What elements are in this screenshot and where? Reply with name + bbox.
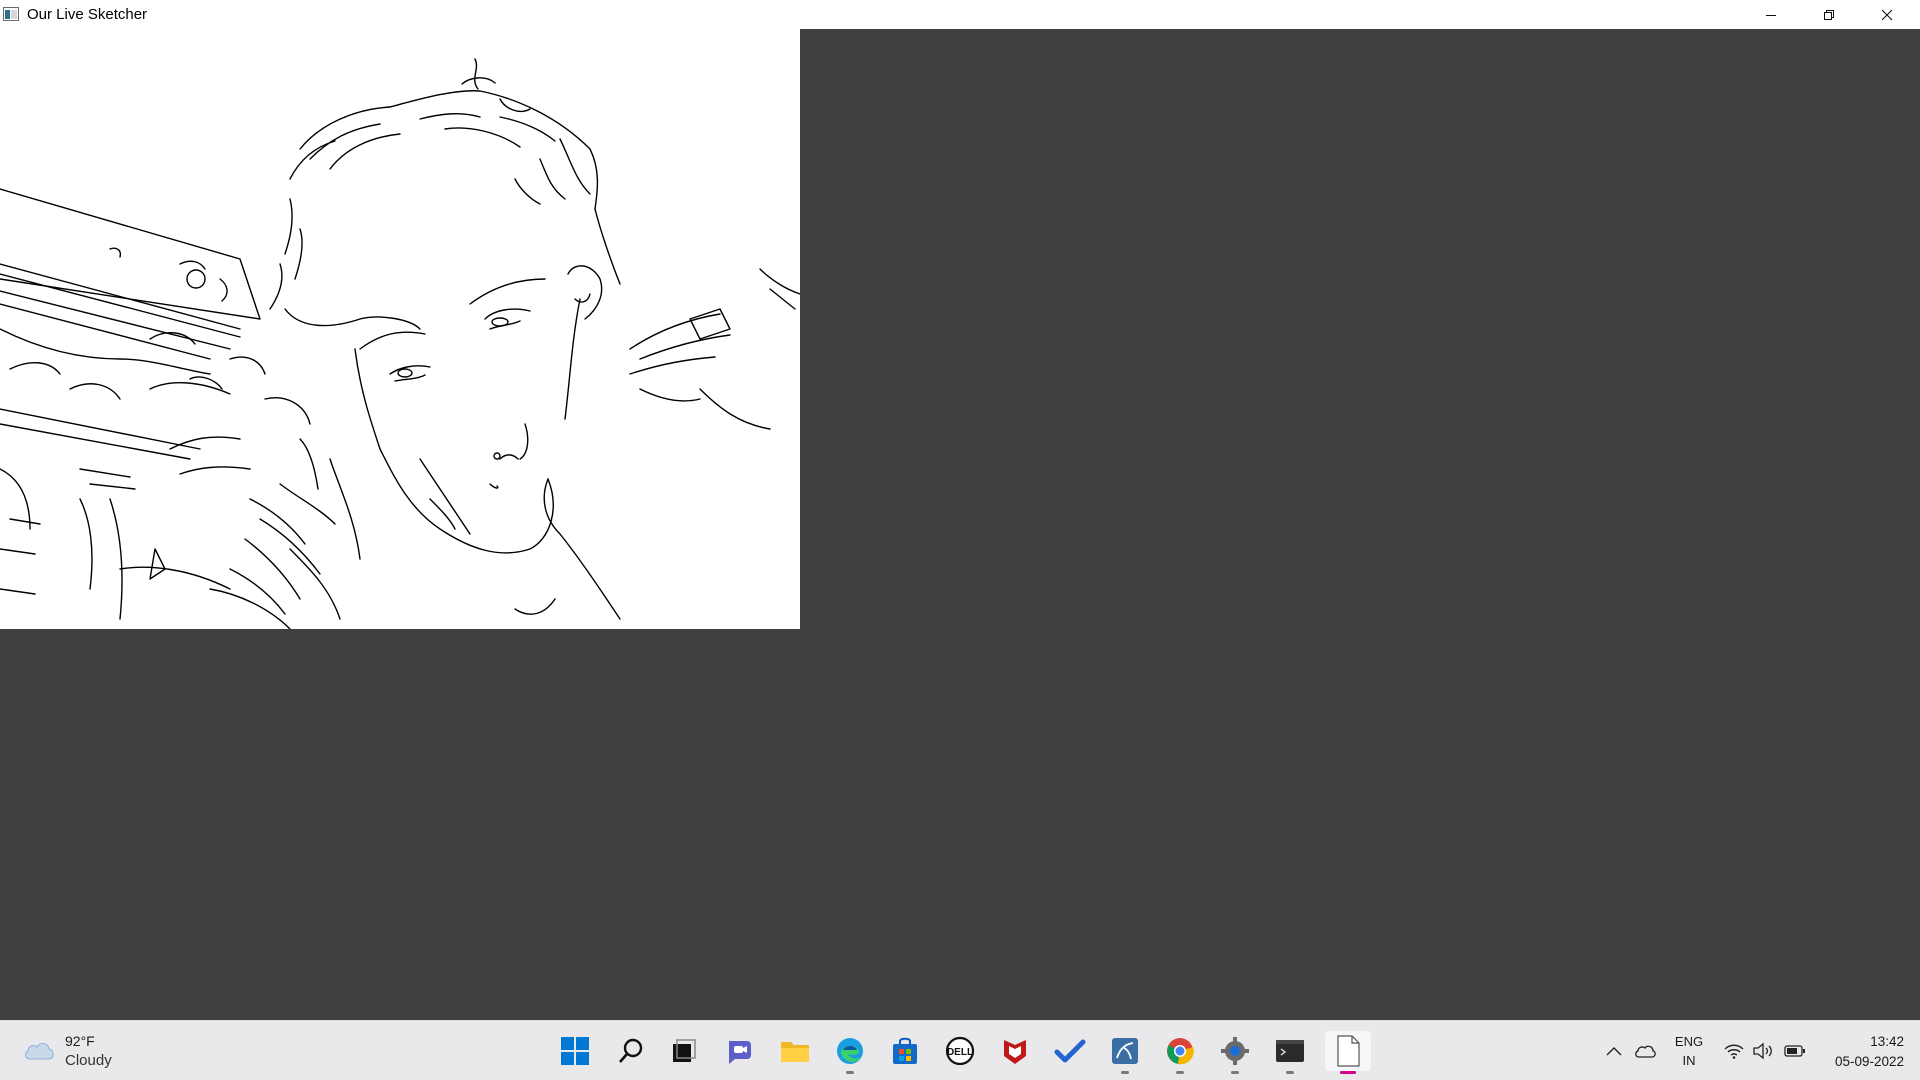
mysql-button[interactable] — [1105, 1031, 1145, 1074]
gear-icon — [1221, 1037, 1249, 1065]
clock[interactable]: 13:42 05-09-2022 — [1814, 1032, 1904, 1072]
edge-sketch-image — [0, 29, 801, 630]
close-button[interactable] — [1858, 0, 1916, 29]
restore-icon — [1824, 9, 1834, 20]
clock-date: 05-09-2022 — [1834, 1054, 1904, 1069]
chat-button[interactable] — [720, 1031, 760, 1071]
speaker-icon — [1753, 1042, 1772, 1060]
windows-logo-icon — [561, 1037, 589, 1065]
dell-button[interactable]: DELL — [940, 1031, 980, 1071]
task-view-icon — [673, 1039, 696, 1062]
svg-text:DELL: DELL — [947, 1047, 973, 1058]
checkmark-icon — [1054, 1039, 1086, 1063]
dell-icon: DELL — [945, 1036, 975, 1066]
sketch-window-button[interactable] — [1325, 1031, 1371, 1074]
edge-icon — [837, 1038, 863, 1064]
mcafee-button[interactable] — [995, 1031, 1035, 1071]
network-button[interactable] — [1723, 1041, 1745, 1061]
restore-button[interactable] — [1800, 0, 1858, 29]
terminal-button[interactable] — [1270, 1031, 1310, 1074]
chrome-icon — [1167, 1038, 1194, 1065]
sketch-viewport — [0, 29, 1920, 1021]
todo-button[interactable] — [1050, 1031, 1090, 1071]
teams-chat-icon — [729, 1041, 751, 1064]
weather-temperature: 92°F — [65, 1033, 95, 1049]
language-primary: ENG — [1674, 1034, 1704, 1049]
title-bar[interactable]: Our Live Sketcher — [0, 0, 1920, 29]
terminal-icon — [1276, 1040, 1304, 1062]
minimize-icon — [1766, 14, 1776, 16]
show-hidden-icons-button[interactable] — [1603, 1041, 1625, 1061]
chevron-up-icon — [1606, 1047, 1622, 1056]
blank-page-icon — [1337, 1035, 1360, 1067]
running-indicator — [1176, 1071, 1184, 1074]
chrome-button[interactable] — [1160, 1031, 1200, 1074]
task-view-button[interactable] — [664, 1031, 704, 1071]
start-button[interactable] — [555, 1031, 595, 1071]
running-indicator — [846, 1071, 854, 1074]
battery-button[interactable] — [1784, 1041, 1806, 1061]
settings-button[interactable] — [1215, 1031, 1255, 1074]
file-explorer-button[interactable] — [775, 1031, 815, 1071]
taskbar: 92°F Cloudy DELL ENG IN 13:42 05-09-2022 — [0, 1020, 1920, 1080]
language-indicator[interactable]: ENG IN — [1672, 1032, 1706, 1070]
active-indicator — [1340, 1071, 1356, 1074]
folder-icon — [781, 1042, 809, 1062]
store-button[interactable] — [885, 1031, 925, 1071]
clock-time: 13:42 — [1870, 1034, 1904, 1049]
running-indicator — [1286, 1071, 1294, 1074]
battery-icon — [1784, 1045, 1805, 1057]
edge-button[interactable] — [830, 1031, 870, 1074]
running-indicator — [1121, 1071, 1129, 1074]
search-icon — [619, 1038, 643, 1063]
volume-button[interactable] — [1752, 1041, 1774, 1061]
weather-widget[interactable]: 92°F Cloudy — [20, 1031, 130, 1071]
weather-condition: Cloudy — [65, 1052, 112, 1069]
wifi-icon — [1724, 1044, 1744, 1059]
minimize-button[interactable] — [1742, 0, 1800, 29]
app-icon — [3, 7, 19, 21]
running-indicator — [1231, 1071, 1239, 1074]
search-button[interactable] — [611, 1031, 651, 1071]
language-secondary: IN — [1682, 1053, 1696, 1068]
mcafee-icon — [1004, 1040, 1026, 1064]
window-title: Our Live Sketcher — [27, 6, 148, 23]
cloud-icon — [22, 1039, 56, 1063]
mysql-icon — [1112, 1038, 1138, 1064]
close-icon — [1881, 9, 1893, 20]
store-icon — [893, 1037, 917, 1064]
onedrive-button[interactable] — [1634, 1041, 1656, 1061]
onedrive-cloud-icon — [1635, 1045, 1656, 1058]
